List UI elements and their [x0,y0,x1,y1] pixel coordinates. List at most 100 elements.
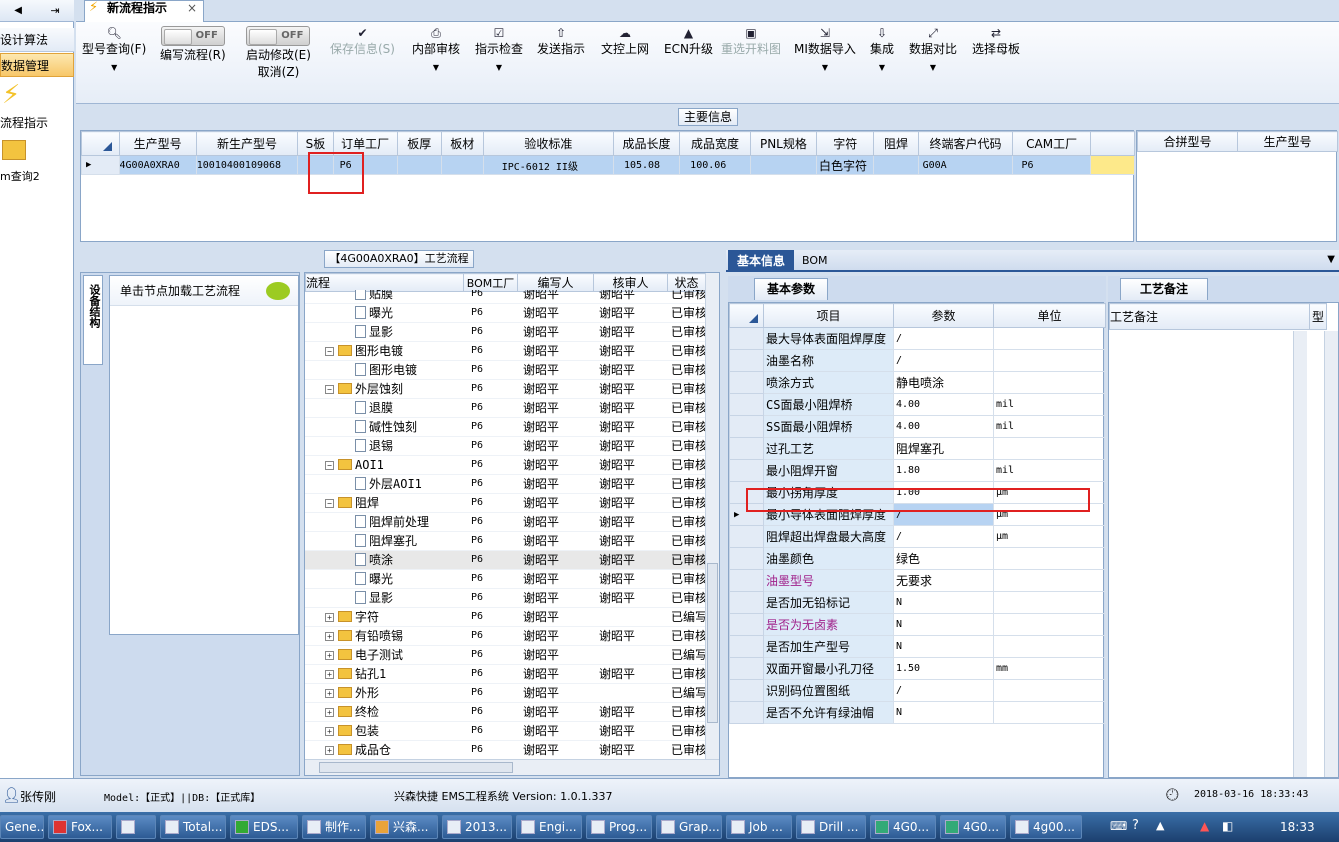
param-unit[interactable] [993,613,1106,636]
tree-row[interactable]: 退锡 P6 谢昭平 谢昭平 已审核 [305,436,705,456]
taskbar-item[interactable]: 2013... [442,815,512,839]
param-row[interactable]: 是否加生产型号 N [729,635,1106,658]
collapse-icon[interactable]: − [325,499,334,508]
table-cell[interactable] [749,155,818,175]
help-icon[interactable]: ? [1132,818,1139,833]
tree-row[interactable]: 图形电镀 P6 谢昭平 谢昭平 已审核 [305,360,705,380]
tree-row[interactable]: + 有铅喷锡 P6 谢昭平 谢昭平 已审核 [305,626,705,646]
param-unit[interactable] [993,591,1106,614]
tree-row[interactable]: − 外层蚀刻 P6 谢昭平 谢昭平 已审核 [305,379,705,399]
table-cell[interactable]: 谢昭平 [517,531,593,551]
tree-row[interactable]: − 阻焊 P6 谢昭平 谢昭平 已审核 [305,493,705,513]
param-unit[interactable]: μm [993,525,1106,548]
table-cell[interactable] [593,683,667,703]
table-cell[interactable]: 谢昭平 [517,588,593,608]
table-cell[interactable] [396,155,442,175]
param-unit[interactable] [993,569,1106,592]
tree-node[interactable]: 喷涂 [305,550,463,570]
table-cell[interactable]: 谢昭平 [593,588,667,608]
table-cell[interactable]: 谢昭平 [593,303,667,323]
table-cell[interactable]: 已编写 [667,645,705,665]
table-cell[interactable]: 已审核 [667,493,705,513]
table-cell[interactable]: 谢昭平 [517,493,593,513]
tree-node[interactable]: 显影 [305,322,463,342]
col-header[interactable]: 字符 [816,131,875,156]
taskbar-item[interactable]: Engi... [516,815,582,839]
param-unit[interactable]: mil [993,415,1106,438]
table-cell[interactable]: 已审核 [667,303,705,323]
param-row[interactable]: 油墨颜色 绿色 [729,547,1106,570]
table-cell[interactable]: 已审核 [667,740,705,758]
table-cell[interactable]: 已审核 [667,474,705,494]
tree-row[interactable]: 阻焊前处理 P6 谢昭平 谢昭平 已审核 [305,512,705,532]
col-header[interactable]: 新生产型号 [195,131,299,156]
col-header[interactable]: 参数 [893,303,994,328]
model-query-button[interactable]: 🔍︎ 型号查询(F) ▼ [82,26,146,72]
param-value[interactable]: 阻焊塞孔 [893,437,994,460]
chevron-down-icon[interactable]: ▼ [1327,254,1335,265]
param-value[interactable]: / [893,525,994,548]
vertical-scrollbar[interactable] [705,273,719,759]
table-cell[interactable]: 谢昭平 [517,455,593,475]
param-value[interactable]: N [893,635,994,658]
table-cell[interactable]: P6 [463,341,517,361]
collapse-icon[interactable]: − [325,385,334,394]
table-cell[interactable]: 谢昭平 [593,379,667,399]
col-header[interactable]: 板厚 [396,131,442,156]
param-unit[interactable] [993,679,1106,702]
tree-row[interactable]: + 成品仓 P6 谢昭平 谢昭平 已审核 [305,740,705,758]
chevron-down-icon[interactable]: ▼ [909,63,957,72]
taskbar-item[interactable]: Drill ... [796,815,866,839]
param-row[interactable]: 油墨名称 / [729,349,1106,372]
table-cell[interactable]: P6 [463,512,517,532]
nav-item-process-label[interactable]: 流程指示 [0,114,48,131]
param-row[interactable]: 是否为无卤素 N [729,613,1106,636]
table-cell[interactable]: 已审核 [667,512,705,532]
table-cell[interactable]: 谢昭平 [593,360,667,380]
table-cell[interactable]: 谢昭平 [593,455,667,475]
param-value[interactable]: 1.50 [893,657,994,680]
tree-node[interactable]: 贴膜 [305,290,463,304]
mi-data-import-button[interactable]: ⇲ MI数据导入 ▼ [794,26,856,72]
param-row[interactable]: 最大导体表面阻焊厚度 / [729,327,1106,350]
close-icon[interactable]: × [187,1,197,15]
param-unit[interactable] [993,349,1106,372]
tree-node[interactable]: + 成品仓 [305,740,463,758]
node-hint-box[interactable]: 单击节点加载工艺流程 [109,275,299,635]
table-cell[interactable]: 谢昭平 [593,664,667,684]
param-row[interactable]: 最小阻焊开窗 1.80 mil [729,459,1106,482]
tree-node[interactable]: 曝光 [305,569,463,589]
internal-review-button[interactable]: ⎙ 内部审核 ▼ [412,26,460,72]
tree-node[interactable]: 外层AOI1 [305,474,463,494]
col-header[interactable]: 流程 [305,273,464,292]
expand-icon[interactable]: + [325,708,334,717]
table-cell[interactable]: P6 [463,645,517,665]
table-cell[interactable]: 谢昭平 [593,626,667,646]
table-cell[interactable]: P6 [463,303,517,323]
col-header[interactable]: 板材 [440,131,484,156]
integrate-button[interactable]: ⇩ 集成 ▼ [870,26,894,72]
col-header[interactable]: 状态 [667,273,706,292]
param-unit[interactable] [993,547,1106,570]
instruction-check-button[interactable]: ☑ 指示检查 ▼ [475,26,523,72]
col-header[interactable]: 合拼型号 [1137,131,1238,152]
col-header[interactable]: 生产型号 [118,131,197,156]
tree-row[interactable]: 退膜 P6 谢昭平 谢昭平 已审核 [305,398,705,418]
table-cell[interactable]: 已审核 [667,664,705,684]
tree-node[interactable]: + 外形 [305,683,463,703]
table-cell[interactable]: P6 [463,436,517,456]
col-header[interactable]: PNL规格 [749,131,818,156]
scrollbar-thumb[interactable] [707,563,718,723]
keyboard-icon[interactable]: ⌨ [1110,819,1127,833]
table-row[interactable]: ▶ 4G00A0XRA0 10010400109068 P6 IPC-6012 … [81,155,1136,175]
table-cell[interactable]: 谢昭平 [517,474,593,494]
expand-icon[interactable]: + [325,651,334,660]
table-cell[interactable]: G00A [917,155,1014,175]
collapse-icon[interactable]: − [325,347,334,356]
table-cell[interactable]: P6 [463,550,517,570]
expand-icon[interactable]: + [325,727,334,736]
table-cell[interactable]: 谢昭平 [593,531,667,551]
chevron-down-icon[interactable]: ▼ [82,63,146,72]
chevron-down-icon[interactable]: ▼ [475,63,523,72]
tree-row[interactable]: 曝光 P6 谢昭平 谢昭平 已审核 [305,569,705,589]
